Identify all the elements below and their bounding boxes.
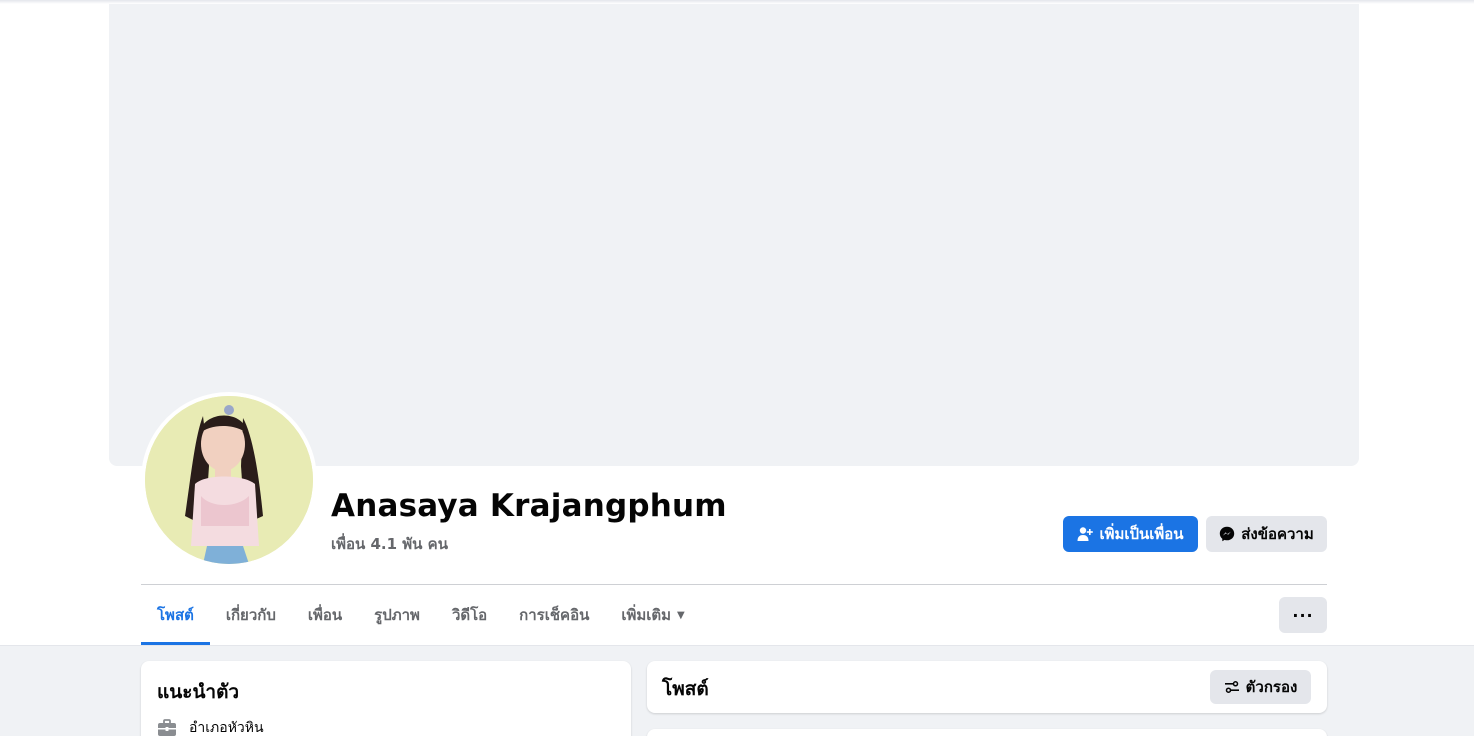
tab-label: โพสต์ xyxy=(157,606,194,624)
tab-label: วิดีโอ xyxy=(451,606,488,624)
tab-label: การเช็คอิน xyxy=(519,606,590,624)
messenger-icon xyxy=(1220,526,1235,542)
tab-label: เพื่อน xyxy=(307,606,343,624)
filter-label: ตัวกรอง xyxy=(1245,678,1298,696)
avatar-photo xyxy=(145,396,313,564)
profile-avatar[interactable] xyxy=(145,396,313,564)
caret-down-icon: ▼ xyxy=(677,609,685,621)
tab-friends[interactable]: เพื่อน xyxy=(292,585,358,645)
tab-label: เกี่ยวกับ xyxy=(225,606,276,624)
send-message-label: ส่งข้อความ xyxy=(1241,525,1314,543)
person-plus-icon xyxy=(1077,527,1094,541)
tab-posts[interactable]: โพสต์ xyxy=(141,585,210,645)
add-friend-button[interactable]: เพิ่มเป็นเพื่อน xyxy=(1063,516,1198,552)
send-message-button[interactable]: ส่งข้อความ xyxy=(1206,516,1327,552)
profile-name: Anasaya Krajangphum xyxy=(331,488,727,524)
intro-work-text: อำเภอหัวหิน xyxy=(189,720,264,736)
add-friend-label: เพิ่มเป็นเพื่อน xyxy=(1099,525,1184,543)
ellipsis-icon: ··· xyxy=(1292,605,1314,625)
cover-photo[interactable] xyxy=(109,4,1359,466)
more-options-button[interactable]: ··· xyxy=(1279,597,1327,633)
tab-photos[interactable]: รูปภาพ xyxy=(358,585,436,645)
tab-checkins[interactable]: การเช็คอิน xyxy=(503,585,605,645)
briefcase-icon xyxy=(158,719,176,736)
tab-videos[interactable]: วิดีโอ xyxy=(436,585,503,645)
intro-title: แนะนำตัว xyxy=(157,681,240,703)
profile-tabs: โพสต์ เกี่ยวกับ เพื่อน รูปภาพ วิดีโอ การ… xyxy=(141,585,701,645)
tab-more[interactable]: เพิ่มเติม ▼ xyxy=(605,585,700,645)
posts-header-card: โพสต์ ตัวกรอง xyxy=(647,661,1327,713)
tab-label: รูปภาพ xyxy=(374,606,420,624)
tab-about[interactable]: เกี่ยวกับ xyxy=(210,585,292,645)
intro-work-row: อำเภอหัวหิน xyxy=(157,717,264,736)
tab-label: เพิ่มเติม xyxy=(621,606,672,624)
filter-button[interactable]: ตัวกรอง xyxy=(1210,670,1311,704)
posts-title: โพสต์ xyxy=(662,678,709,700)
friend-count[interactable]: เพื่อน 4.1 พัน คน xyxy=(331,532,448,556)
intro-card: แนะนำตัว อำเภอหัวหิน xyxy=(141,661,631,736)
post-card xyxy=(647,729,1327,736)
sliders-icon xyxy=(1224,681,1239,693)
